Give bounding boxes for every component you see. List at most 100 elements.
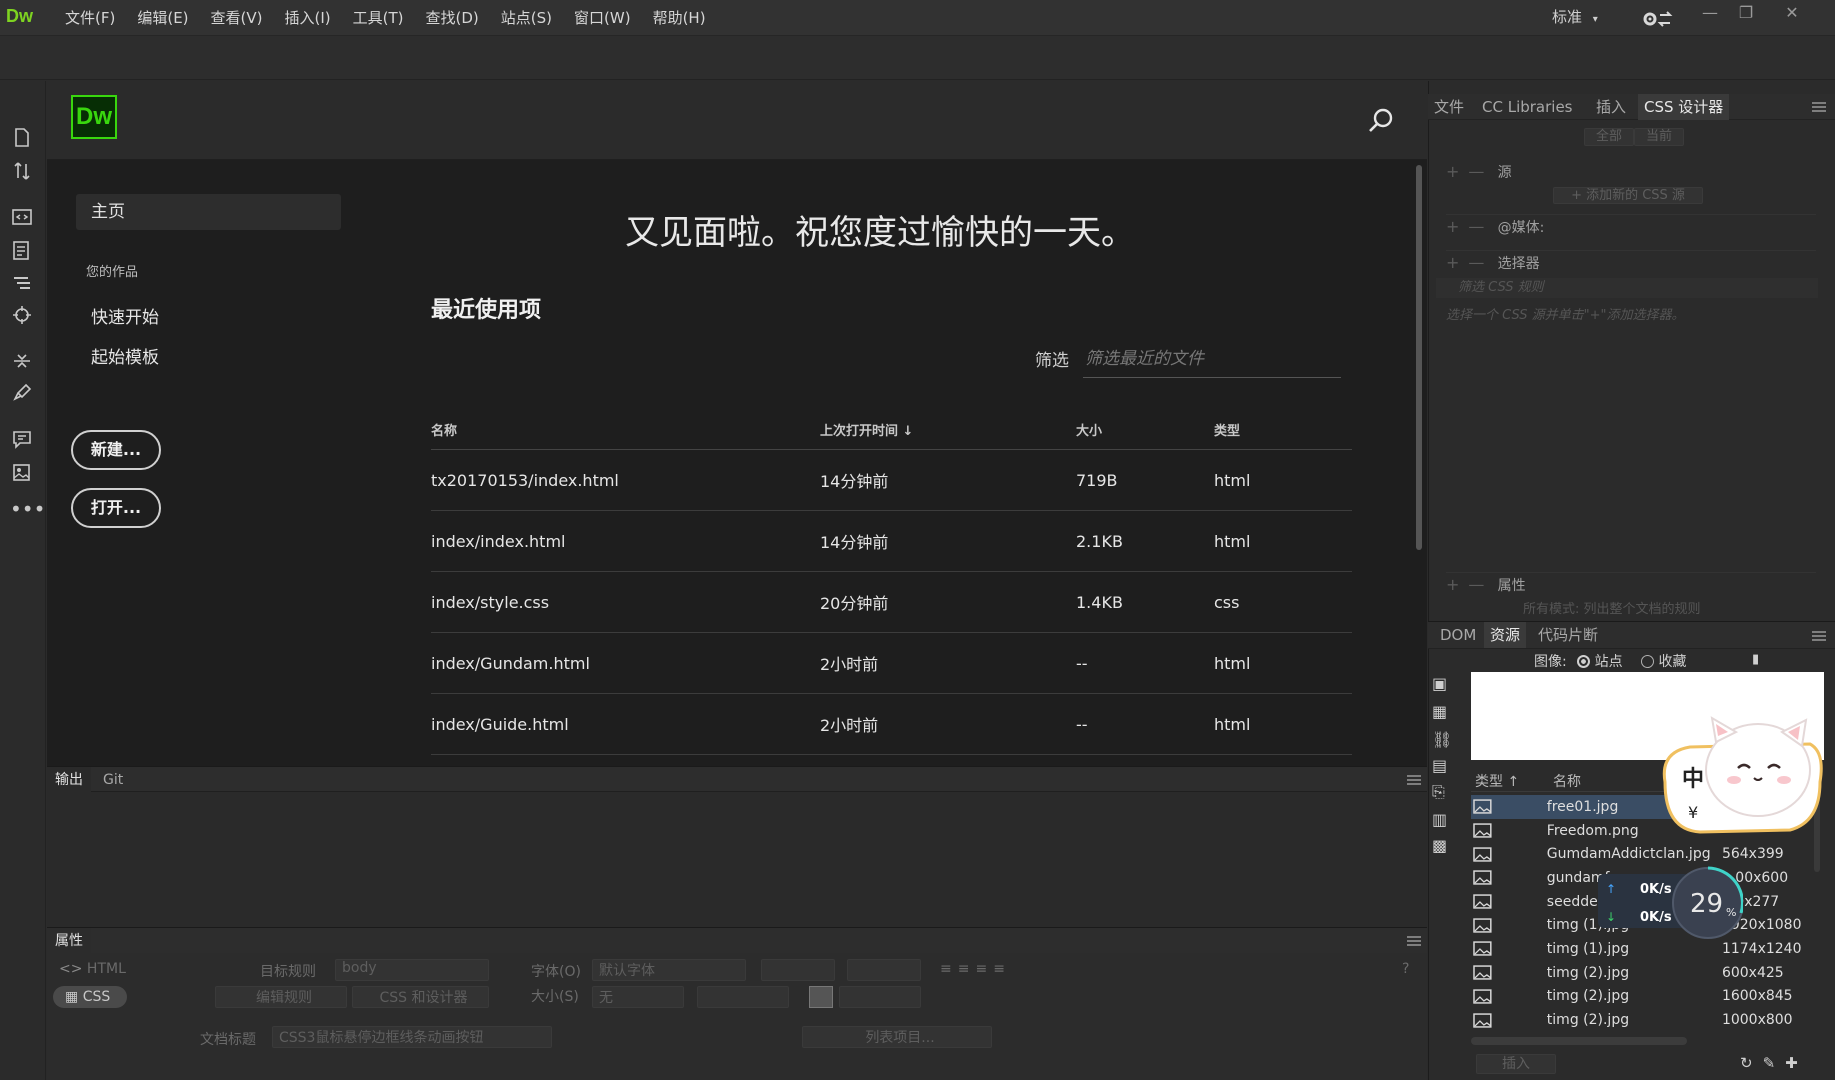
network-speed-widget[interactable]: ↑ 0K/s ↓ 0K/s 29 %	[1598, 866, 1743, 940]
tab-cc-libraries[interactable]: CC Libraries	[1476, 94, 1579, 120]
table-row[interactable]: index/index.html 14分钟前 2.1KB html	[431, 511, 1352, 572]
menu-edit[interactable]: 编辑(E)	[126, 0, 199, 36]
tab-output[interactable]: 输出	[47, 767, 91, 793]
tab-properties[interactable]: 属性	[47, 928, 91, 954]
menu-help[interactable]: 帮助(H)	[642, 0, 717, 36]
remove-icon[interactable]: —	[1468, 575, 1484, 594]
add-css-source-button[interactable]: + 添加新的 CSS 源	[1553, 187, 1703, 204]
font-weight-select[interactable]	[847, 959, 921, 981]
tab-git[interactable]: Git	[95, 767, 131, 793]
bookmark-icon[interactable]: ▮	[1752, 652, 1759, 667]
start-templates-link[interactable]: 起始模板	[91, 343, 159, 368]
new-button[interactable]: 新建...	[71, 430, 161, 470]
file-transfer-icon[interactable]	[10, 159, 34, 183]
align-icons[interactable]: ≡≡≡≡	[940, 961, 1011, 977]
menu-find[interactable]: 查找(D)	[415, 0, 490, 36]
add-icon[interactable]: +	[1446, 162, 1459, 181]
expand-icon[interactable]	[10, 349, 34, 373]
col-size-header[interactable]: 大小	[1076, 420, 1214, 439]
comment-icon[interactable]	[10, 427, 34, 451]
target-icon[interactable]	[10, 303, 34, 327]
close-button[interactable]: ✕	[1776, 0, 1808, 28]
open-button[interactable]: 打开...	[71, 488, 161, 528]
size-select[interactable]: 无	[592, 986, 684, 1008]
col-name-header[interactable]: 名称	[431, 420, 820, 439]
list-item[interactable]: timg (2).jpg 600x425	[1471, 961, 1811, 985]
media-category-icon[interactable]: ▤	[1432, 756, 1447, 775]
search-icon[interactable]	[1366, 106, 1396, 136]
start-scrollbar[interactable]	[1416, 165, 1422, 550]
list-item[interactable]: timg (1).jpg 1174x1240	[1471, 937, 1811, 961]
panel-menu-icon[interactable]	[1812, 630, 1826, 642]
remove-icon[interactable]: —	[1468, 217, 1484, 236]
menu-file[interactable]: 文件(F)	[54, 0, 126, 36]
templates-category-icon[interactable]: ▥	[1432, 810, 1447, 829]
brush-icon[interactable]	[10, 381, 34, 405]
table-row[interactable]: index/Gundam.html 2小时前 -- html	[431, 633, 1352, 694]
color-picker[interactable]	[809, 986, 833, 1008]
table-row[interactable]: tx20170153/index.html 14分钟前 719B html	[431, 450, 1352, 511]
asset-horizontal-scrollbar[interactable]	[1471, 1037, 1687, 1045]
color-input[interactable]	[839, 986, 921, 1008]
site-radio[interactable]	[1577, 655, 1591, 668]
add-icon[interactable]: +	[1446, 217, 1459, 236]
menu-site[interactable]: 站点(S)	[490, 0, 563, 36]
images-category-icon[interactable]: ▣	[1432, 674, 1447, 693]
scripts-category-icon[interactable]: ⎘	[1432, 782, 1445, 802]
tab-css-designer[interactable]: CSS 设计器	[1638, 94, 1730, 120]
menu-view[interactable]: 查看(V)	[200, 0, 274, 36]
col-type-header[interactable]: 类型 ↑	[1475, 771, 1519, 791]
restore-button[interactable]: ❐	[1730, 0, 1762, 28]
panel-menu-icon[interactable]	[1407, 774, 1421, 786]
image-edit-icon[interactable]	[10, 461, 34, 485]
list-item[interactable]: GumdamAddictclan.jpg 564x399	[1471, 842, 1811, 866]
current-mode-button[interactable]: 当前	[1634, 128, 1684, 146]
more-tools-icon[interactable]: •••	[10, 499, 45, 525]
list-item[interactable]: timg (2).jpg 1000x800	[1471, 1008, 1811, 1032]
col-last-opened-header[interactable]: 上次打开时间 ↓	[820, 420, 1076, 439]
edit-asset-icon[interactable]: ✎	[1763, 1054, 1786, 1072]
menu-insert[interactable]: 插入(I)	[274, 0, 342, 36]
font-style-select[interactable]	[761, 959, 835, 981]
menu-tools[interactable]: 工具(T)	[342, 0, 415, 36]
menu-window[interactable]: 窗口(W)	[563, 0, 642, 36]
workspace-select[interactable]: 标准 ▾	[1552, 6, 1598, 27]
favorites-radio[interactable]	[1641, 655, 1655, 668]
list-items-button[interactable]: 列表项目...	[802, 1026, 992, 1048]
code-view-icon[interactable]	[10, 205, 34, 229]
panel-menu-icon[interactable]	[1812, 101, 1826, 113]
tab-insert[interactable]: 插入	[1590, 94, 1632, 120]
doc-title-input[interactable]: CSS3鼠标悬停边框线条动画按钮	[272, 1026, 552, 1048]
css-designer-button[interactable]: CSS 和设计器	[352, 986, 489, 1008]
filter-css-rules-input[interactable]: 筛选 CSS 规则	[1436, 278, 1818, 298]
remove-icon[interactable]: —	[1468, 162, 1484, 181]
ime-mascot-icon[interactable]: 中 ¥	[1660, 712, 1825, 842]
col-type-header[interactable]: 类型	[1214, 420, 1352, 439]
quick-start-link[interactable]: 快速开始	[91, 303, 159, 328]
colors-category-icon[interactable]: ▦	[1432, 702, 1447, 721]
library-category-icon[interactable]: ▩	[1432, 836, 1447, 855]
edit-rule-button[interactable]: 编辑规则	[215, 986, 347, 1008]
minimize-button[interactable]: —	[1694, 0, 1726, 28]
css-mode-button[interactable]: ▦ CSS	[53, 986, 127, 1008]
page-properties-icon[interactable]	[10, 239, 34, 263]
tab-assets[interactable]: 资源	[1484, 622, 1527, 648]
remove-icon[interactable]: —	[1468, 253, 1484, 272]
table-row[interactable]: index/style.css 20分钟前 1.4KB css	[431, 572, 1352, 633]
sync-settings-icon[interactable]	[1640, 8, 1674, 30]
target-rule-select[interactable]: body	[335, 959, 489, 981]
insert-asset-button[interactable]: 插入	[1476, 1054, 1556, 1074]
size-unit-select[interactable]	[697, 986, 789, 1008]
help-icon[interactable]: ?	[1402, 961, 1409, 977]
tab-files[interactable]: 文件	[1428, 94, 1470, 120]
col-name-header[interactable]: 名称	[1553, 771, 1581, 791]
font-select[interactable]: 默认字体	[592, 959, 746, 981]
table-row[interactable]: index/Guide.html 2小时前 -- html	[431, 694, 1352, 755]
add-favorite-icon[interactable]: ✚	[1785, 1054, 1808, 1072]
tab-snippets[interactable]: 代码片断	[1532, 622, 1604, 648]
links-category-icon[interactable]: ⛓	[1432, 730, 1452, 749]
home-tab[interactable]: 主页	[76, 194, 341, 230]
refresh-icon[interactable]: ↻	[1740, 1054, 1763, 1072]
add-icon[interactable]: +	[1446, 575, 1459, 594]
list-item[interactable]: timg (2).jpg 1600x845	[1471, 985, 1811, 1009]
